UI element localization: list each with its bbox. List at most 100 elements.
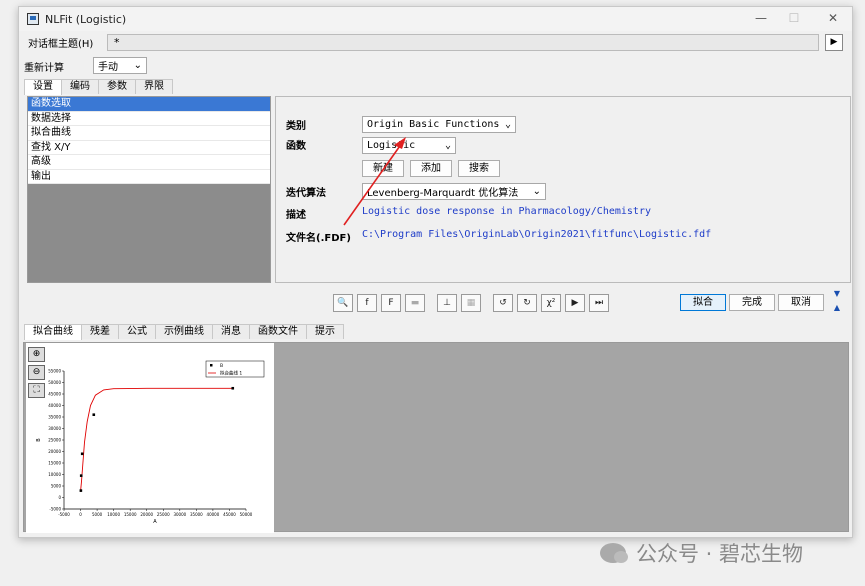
iterate-once-icon[interactable]: ↻ [517,294,537,312]
x-tick-label: 20000 [140,512,153,517]
tree-item-fit-curve[interactable]: 拟合曲线 [28,126,270,141]
tree-item-find-xy[interactable]: 查找 X/Y [28,140,270,155]
chi-square-icon[interactable]: χ² [541,294,561,312]
y-tick-label: 20000 [48,449,61,454]
x-tick-label: 0 [79,512,82,517]
x-tick-label: 40000 [207,512,220,517]
tree-item-output[interactable]: 输出 [28,169,270,184]
theme-input[interactable]: * [107,34,819,51]
fit-all-icon[interactable]: ⏭ [589,294,609,312]
y-tick-label: 45000 [48,392,61,397]
chevron-down-icon: ⌄ [504,119,511,130]
function-builder-icon[interactable]: F [381,294,401,312]
x-tick-label: 15000 [124,512,137,517]
function-label: 函数 [286,141,306,152]
category-select[interactable]: Origin Basic Functions ⌄ [362,116,516,133]
y-tick-label: 35000 [48,415,61,420]
tab-sample-curve[interactable]: 示例曲线 [155,324,213,339]
legend-label-points: B [220,363,223,369]
zoom-in-icon[interactable]: 🔍 [333,294,353,312]
grid-icon[interactable]: ▦ [461,294,481,312]
tab-fit-curve[interactable]: 拟合曲线 [24,324,82,340]
data-point [92,413,96,416]
y-tick-label: 15000 [48,461,61,466]
annotation-arrow [343,137,406,226]
bottom-tabs: 拟合曲线 残差 公式 示例曲线 消息 函数文件 提示 [24,324,344,340]
x-tick-label: 45000 [223,512,236,517]
fit-till-converge-icon[interactable]: ▶ [565,294,585,312]
tab-code[interactable]: 编码 [61,79,99,94]
tree-item-advanced[interactable]: 高级 [28,155,270,170]
x-tick-label: 35000 [190,512,203,517]
maximize-button[interactable]: ☐ [779,11,809,25]
cancel-button[interactable]: 取消 [778,294,824,311]
save-icon[interactable]: ▬ [405,294,425,312]
graph-page: ⊕ ⊖ ⛶ -5000 0 5000 10000 15000 20000 25000 3000… [26,343,274,533]
theme-arrow-button[interactable]: ▶ [825,34,843,51]
tab-parameters[interactable]: 参数 [98,79,136,94]
search-button[interactable]: 搜索 [458,160,500,177]
app-icon [27,13,39,25]
y-tick-label: -5000 [49,507,61,512]
tab-function-file[interactable]: 函数文件 [249,324,307,339]
title-bar: NLFit (Logistic) — ☐ ✕ [19,7,852,31]
tab-hints[interactable]: 提示 [306,324,344,339]
y-tick-label: 25000 [48,438,61,443]
iterate-icon[interactable]: ↺ [493,294,513,312]
y-tick-label: 5000 [51,484,62,489]
panel-toggle: ▼ ▲ [829,289,845,313]
close-button[interactable]: ✕ [818,11,848,25]
recalc-label: 重新计算 [24,63,64,74]
y-tick-label: 0 [58,495,61,500]
preview-area: ⊕ ⊖ ⛶ -5000 0 5000 10000 15000 20000 25000 3000… [23,342,849,533]
y-axis-label: B [36,438,42,442]
fit-button[interactable]: 拟合 [680,294,726,311]
y-tick-label: 40000 [48,403,61,408]
x-axis-label: A [153,519,157,525]
data-point [231,386,235,390]
tree-item-data-selection[interactable]: 数据选择 [28,111,270,126]
watermark-text: 公众号 · 碧芯生物 [636,542,804,566]
chevron-down-icon: ⌄ [444,140,451,151]
recalc-value: 手动 [98,62,118,73]
legend-label-curve: 拟合曲线 1 [220,370,242,377]
category-label: 类别 [286,121,306,132]
settings-tree: 函数选取 数据选择 拟合曲线 查找 X/Y 高级 输出 [27,96,271,283]
tab-formula[interactable]: 公式 [118,324,156,339]
tree-item-function-selection[interactable]: 函数选取 [28,97,270,112]
collapse-down-icon[interactable]: ▼ [829,289,845,299]
x-tick-label: 25000 [157,512,170,517]
done-button[interactable]: 完成 [729,294,775,311]
x-tick-label: 10000 [107,512,120,517]
data-point [80,452,84,456]
x-tick-label: 30000 [173,512,186,517]
fit-function-icon[interactable]: f [357,294,377,312]
y-tick-label: 10000 [48,472,61,477]
x-tick-label: 50000 [240,512,253,517]
minimize-button[interactable]: — [746,11,776,25]
tab-bounds[interactable]: 界限 [135,79,173,94]
wechat-icon [600,543,628,563]
tab-settings[interactable]: 设置 [24,79,62,95]
chevron-down-icon: ⌄ [133,60,142,71]
category-value: Origin Basic Functions [367,119,500,130]
fit-chart: -5000 0 5000 10000 15000 20000 25000 30000 35000… [36,360,265,525]
y-tick-label: 55000 [48,369,61,374]
collapse-up-icon[interactable]: ▲ [829,303,845,313]
description-label: 描述 [286,210,306,221]
data-point [79,489,83,492]
y-tick-label: 30000 [48,426,61,431]
tab-messages[interactable]: 消息 [212,324,250,339]
axis-icon[interactable]: ⊥ [437,294,457,312]
algorithm-label: 迭代算法 [286,188,326,199]
add-button[interactable]: 添加 [410,160,452,177]
legend-marker-points [210,364,213,367]
nlfit-dialog: NLFit (Logistic) — ☐ ✕ 对话框主题(H) * ▶ 重新计算… [18,6,853,538]
x-tick-label: 5000 [92,512,103,517]
watermark: 公众号 · 碧芯生物 [600,538,803,568]
y-tick-label: 50000 [48,380,61,385]
x-tick-label: -5000 [58,512,70,517]
recalc-select[interactable]: 手动 ⌄ [93,57,147,74]
tab-residual[interactable]: 残差 [81,324,119,339]
data-point [79,474,83,477]
